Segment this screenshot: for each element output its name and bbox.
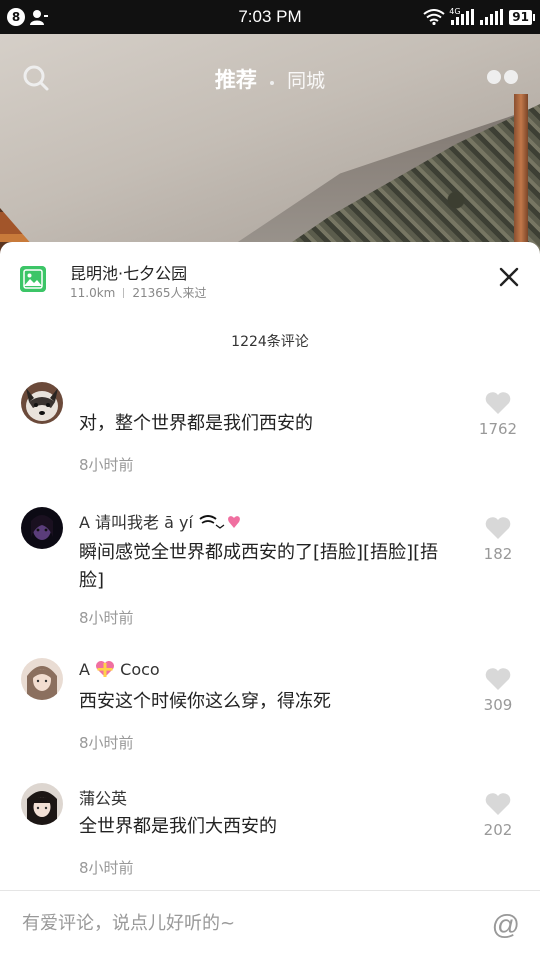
battery-indicator: 91	[509, 9, 535, 25]
status-icons: 4G 91	[423, 6, 535, 28]
signal-badge: 4G	[449, 7, 461, 16]
like-control[interactable]: 1762	[473, 392, 523, 438]
top-nav: 推荐 同城	[0, 34, 540, 122]
comment-input[interactable]	[22, 913, 442, 934]
heart-icon[interactable]	[485, 392, 511, 414]
comment-text: 瞬间感觉全世界都成西安的了[捂脸][捂脸][捂脸]	[79, 542, 439, 591]
comment-sheet: 昆明池·七夕公园 11.0km 21365人来过 1224条评论 对，整个世界都是…	[0, 242, 540, 960]
location-visitors: 21365人来过	[132, 286, 207, 300]
like-control[interactable]: 202	[473, 793, 523, 839]
comment-username: A Coco	[79, 660, 160, 679]
close-icon[interactable]	[498, 266, 520, 288]
feed-tabs: 推荐 同城	[0, 64, 540, 94]
comment-username: 蒲公英	[79, 789, 128, 808]
location-distance: 11.0km	[70, 286, 116, 300]
avatar[interactable]	[21, 783, 63, 825]
username-suffix: Coco	[120, 660, 160, 679]
comment-text: 对，整个世界都是我们西安的	[79, 413, 313, 434]
username-text: A 请叫我老 ā yí	[79, 513, 193, 532]
like-count: 202	[483, 821, 513, 839]
heart-icon[interactable]	[485, 793, 511, 815]
cell-signal-2-icon	[480, 9, 504, 25]
heart-icon[interactable]	[485, 668, 511, 690]
dots-icon[interactable]	[487, 70, 518, 84]
like-count: 309	[483, 696, 513, 714]
cell-signal-icon: 4G	[449, 7, 475, 25]
meta-divider	[123, 288, 125, 298]
heart-icon[interactable]	[485, 517, 511, 539]
like-count: 182	[483, 545, 513, 563]
tab-nearby[interactable]: 同城	[287, 70, 325, 92]
like-control[interactable]: 182	[473, 517, 523, 563]
wifi-icon	[423, 9, 445, 25]
avatar[interactable]	[21, 658, 63, 700]
avatar[interactable]	[21, 507, 63, 549]
eyebrow-emoji-icon	[199, 515, 240, 529]
avatar[interactable]	[21, 382, 63, 424]
comment-count: 1224条评论	[231, 334, 309, 350]
tab-separator	[269, 80, 274, 85]
like-count: 1762	[478, 420, 518, 438]
dot	[487, 70, 501, 84]
status-bar: 8 7:03 PM 4G 91	[0, 0, 540, 34]
location-header[interactable]: 昆明池·七夕公园 11.0km 21365人来过	[0, 242, 540, 312]
heart-gift-emoji-icon	[96, 661, 115, 677]
comment-time: 8小时前	[79, 859, 134, 877]
comment-username: A 请叫我老 ā yí	[79, 509, 246, 533]
comment-input-bar: @	[0, 890, 540, 960]
location-meta: 11.0km 21365人来过	[70, 284, 207, 301]
mention-button[interactable]: @	[492, 909, 520, 941]
dot	[504, 70, 518, 84]
username-text: A	[79, 660, 90, 679]
comment-time: 8小时前	[79, 609, 134, 627]
comment-text: 西安这个时候你这么穿，得冻死	[79, 691, 331, 712]
image-icon	[20, 266, 46, 292]
comment-time: 8小时前	[79, 734, 134, 752]
location-name: 昆明池·七夕公园	[70, 264, 188, 283]
tab-recommended[interactable]: 推荐	[215, 68, 257, 92]
like-control[interactable]: 309	[473, 668, 523, 714]
comment-time: 8小时前	[79, 456, 134, 474]
comment-text: 全世界都是我们大西安的	[79, 816, 277, 837]
